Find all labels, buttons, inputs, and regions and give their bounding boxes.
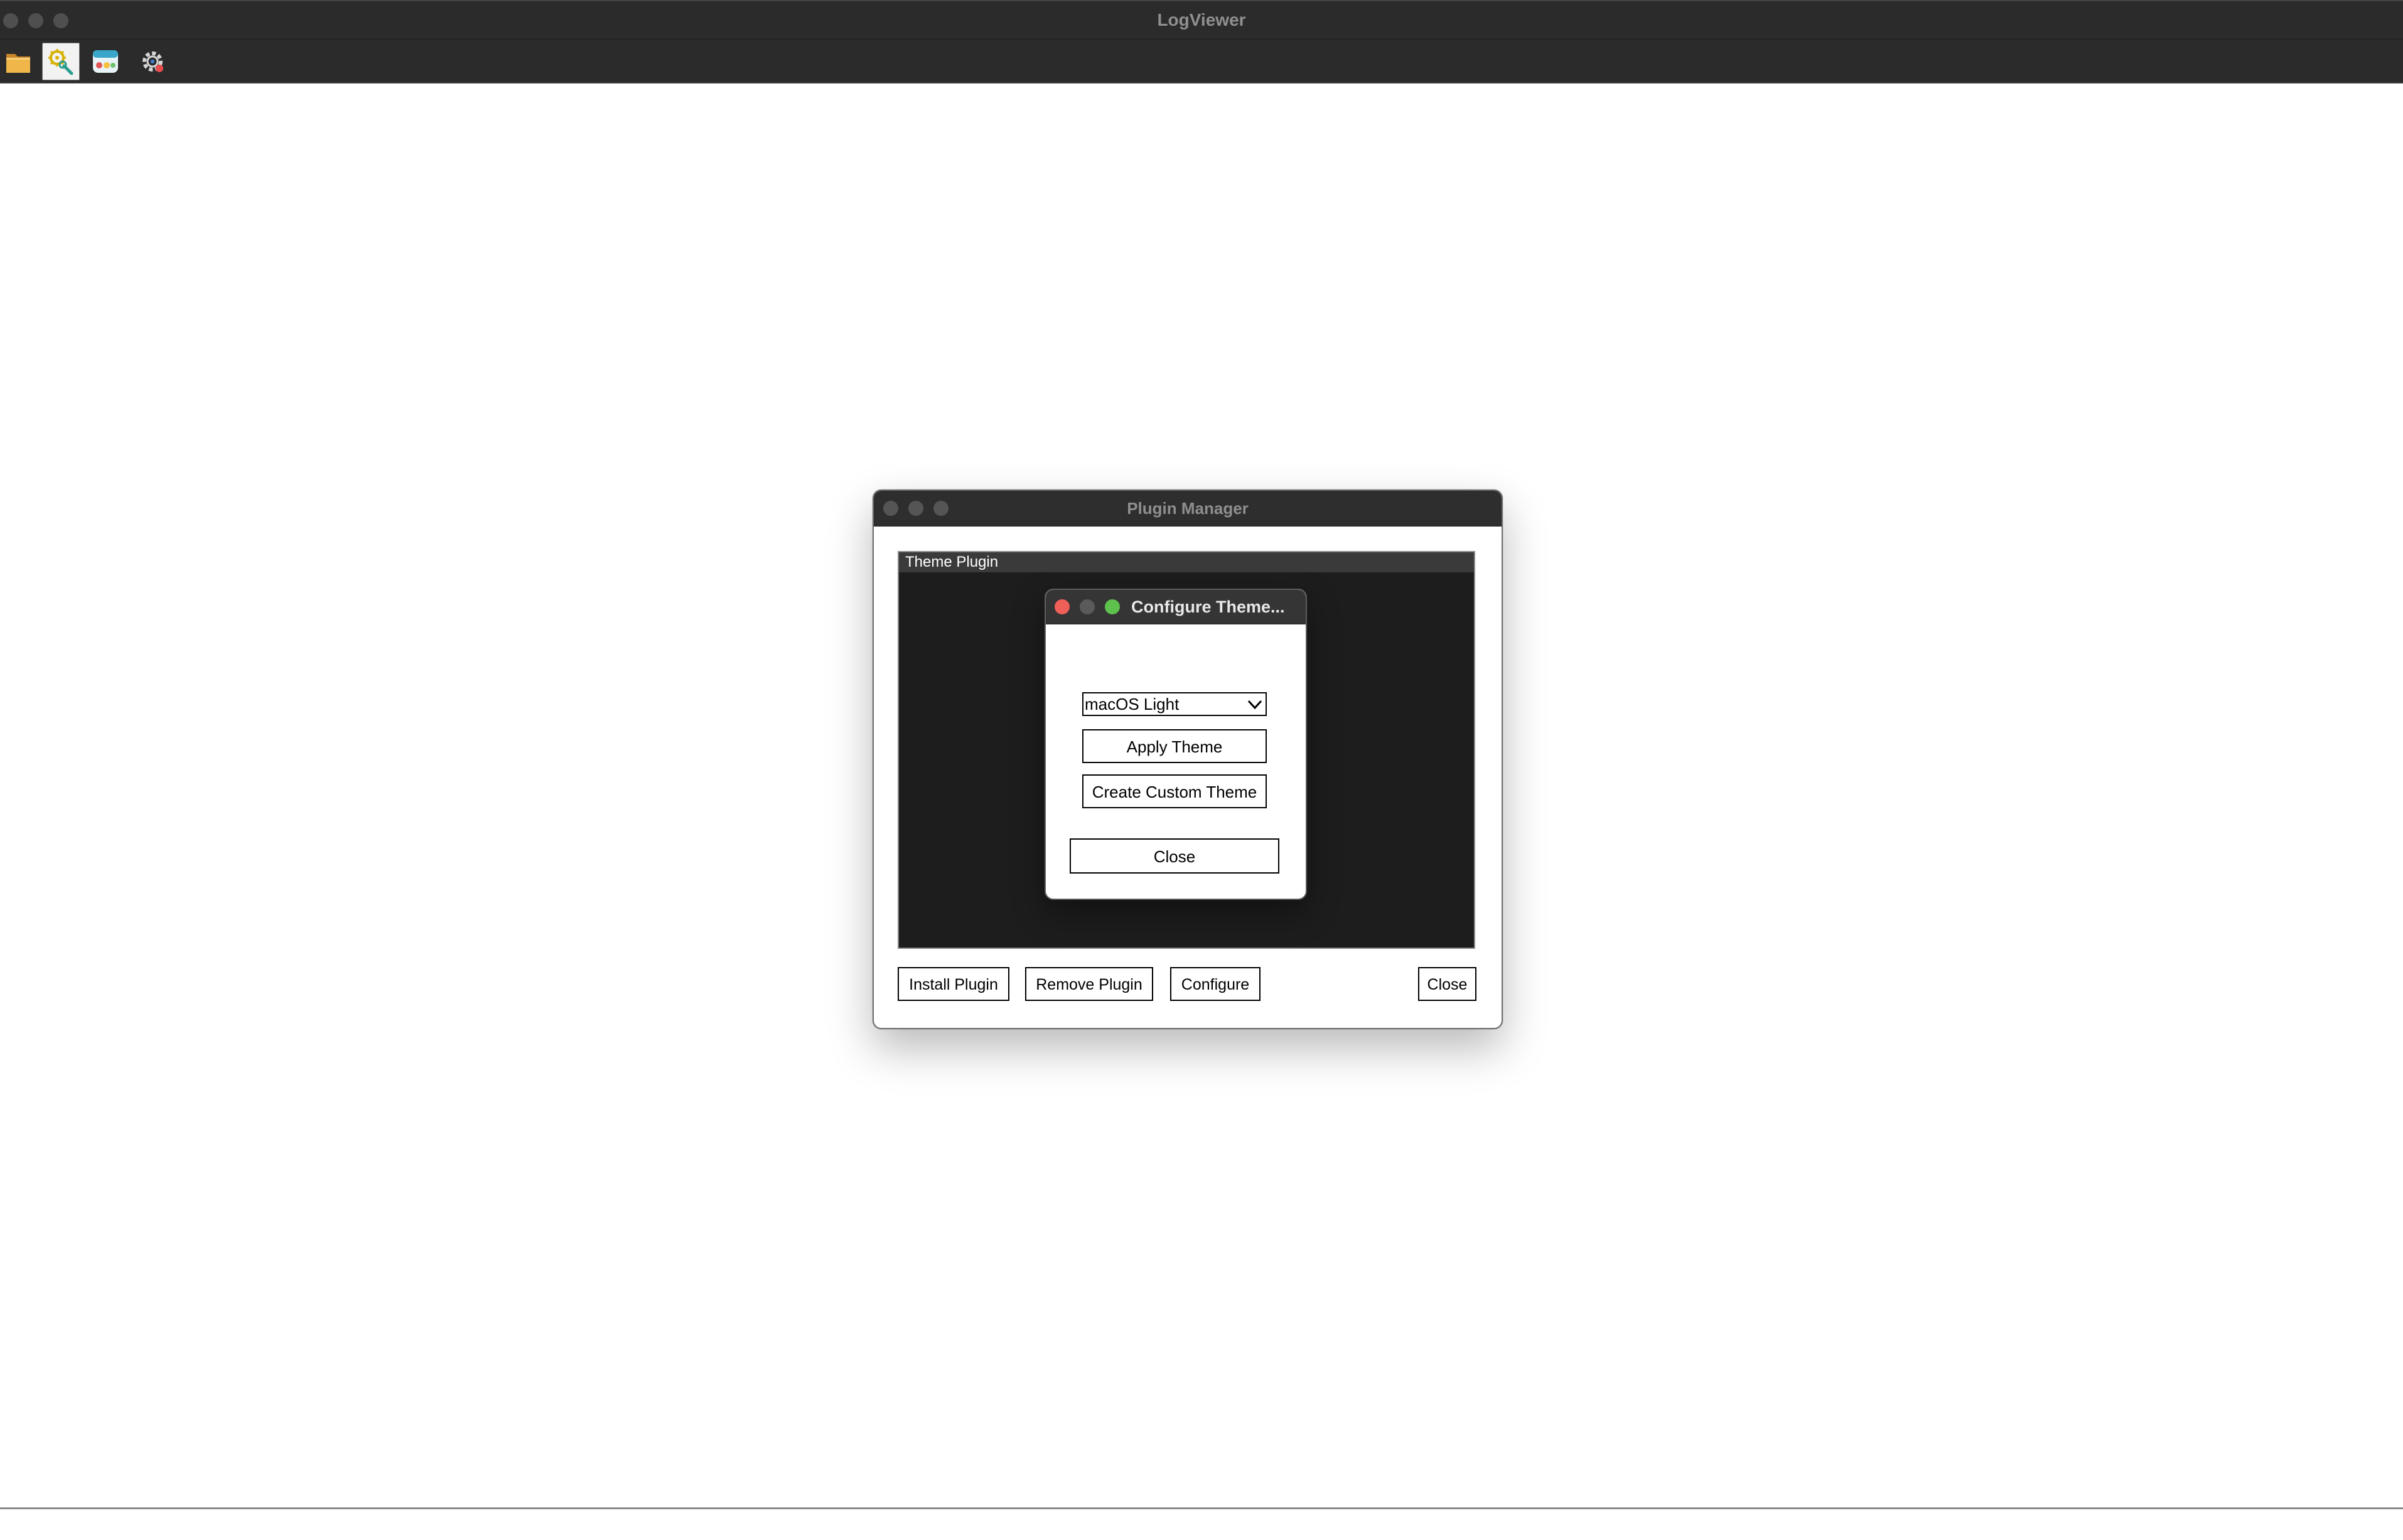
window-title: LogViewer xyxy=(1157,10,1246,29)
ct-minimize-button[interactable] xyxy=(1080,599,1095,614)
toolbar xyxy=(0,40,2403,83)
theme-select-value: macOS Light xyxy=(1085,695,1180,714)
chevron-down-icon xyxy=(1247,700,1262,710)
plugins-button[interactable] xyxy=(134,43,171,80)
plugin-gear-icon xyxy=(142,51,163,72)
status-divider xyxy=(0,1507,2403,1509)
open-folder-button[interactable] xyxy=(0,43,38,80)
theme-palette-icon xyxy=(93,50,118,73)
main-window-titlebar[interactable]: LogViewer xyxy=(0,0,2403,40)
apply-theme-button[interactable]: Apply Theme xyxy=(1082,729,1267,763)
ct-maximize-button[interactable] xyxy=(1105,599,1120,614)
create-custom-theme-button[interactable]: Create Custom Theme xyxy=(1082,774,1267,808)
filter-settings-icon xyxy=(48,49,73,75)
configure-theme-dialog: Configure Theme... macOS Light Apply The… xyxy=(1045,589,1307,900)
configure-button[interactable]: Configure xyxy=(1170,967,1261,1001)
configure-theme-close-button[interactable]: Close xyxy=(1070,838,1279,874)
filter-settings-button[interactable] xyxy=(42,43,80,80)
folder-icon xyxy=(6,54,30,73)
theme-select[interactable]: macOS Light xyxy=(1082,692,1267,716)
plugin-manager-close-button[interactable]: Close xyxy=(1418,967,1476,1001)
configure-theme-title: Configure Theme... xyxy=(1131,597,1285,616)
ct-close-button[interactable] xyxy=(1055,599,1070,614)
remove-plugin-button[interactable]: Remove Plugin xyxy=(1025,967,1153,1001)
configure-theme-titlebar[interactable]: Configure Theme... xyxy=(1046,590,1306,624)
plugin-manager-titlebar[interactable]: Plugin Manager xyxy=(874,491,1502,527)
plugin-list-item-theme[interactable]: Theme Plugin xyxy=(899,552,1474,572)
plugin-manager-title: Plugin Manager xyxy=(1127,499,1249,518)
theme-button[interactable] xyxy=(87,43,124,80)
install-plugin-button[interactable]: Install Plugin xyxy=(898,967,1009,1001)
